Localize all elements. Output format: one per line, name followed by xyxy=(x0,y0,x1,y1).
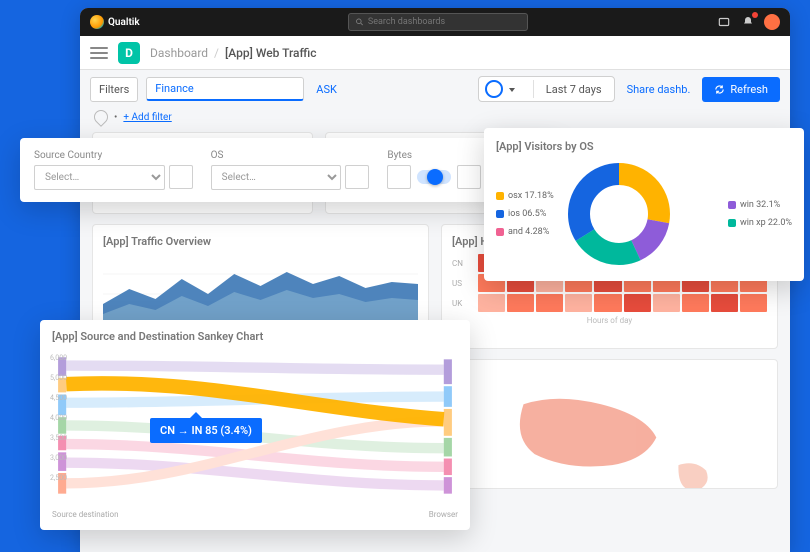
donut-legend-left: osx 17.18% ios 06.5% and 4.28% xyxy=(496,191,554,237)
search-icon xyxy=(355,17,364,27)
filter-panel: Source Country Select… OS Select… Bytes xyxy=(20,138,560,202)
heat-cell xyxy=(478,294,505,312)
refresh-label: Refresh xyxy=(730,83,768,96)
legend-swatch xyxy=(728,201,736,209)
heat-cell xyxy=(711,294,738,312)
y-tick: 4,000 xyxy=(50,414,67,422)
filter-os: OS Select… xyxy=(211,150,370,190)
notification-badge xyxy=(752,12,758,18)
user-avatar[interactable] xyxy=(764,14,780,30)
filter-bytes-extra-2[interactable] xyxy=(457,165,481,189)
y-tick: 5,000 xyxy=(50,374,67,382)
add-filter-row: • + Add filter xyxy=(80,108,790,126)
clock-icon xyxy=(485,80,503,98)
sankey-x-axis: Source destination Browser xyxy=(52,510,458,519)
brand-name: Qualtik xyxy=(108,17,140,28)
legend-swatch xyxy=(496,228,504,236)
legend-text: osx 17.18% xyxy=(508,191,554,201)
legend-swatch xyxy=(496,192,504,200)
breadcrumb-root[interactable]: Dashboard xyxy=(150,46,208,60)
y-tick: 3,500 xyxy=(50,434,67,442)
refresh-icon xyxy=(714,84,725,95)
legend-item: and 4.28% xyxy=(496,227,554,237)
legend-text: and 4.28% xyxy=(508,227,549,237)
heat-cell xyxy=(682,294,709,312)
legend-item: osx 17.18% xyxy=(496,191,554,201)
heat-cell xyxy=(565,294,592,312)
sankey-card: [App] Source and Destination Sankey Char… xyxy=(40,320,470,530)
donut-chart xyxy=(564,159,674,269)
filter-country-select[interactable]: Select… xyxy=(34,165,165,190)
legend-text: win 32.1% xyxy=(740,200,780,210)
sankey-x-right: Browser xyxy=(429,510,458,519)
legend-item: win 32.1% xyxy=(728,200,792,210)
legend-text: win xp 22.0% xyxy=(740,218,792,228)
filter-country-extra[interactable] xyxy=(169,165,193,189)
y-tick: 4,500 xyxy=(50,394,67,402)
filterbar: Filters ASK Last 7 days Share dashb. Ref… xyxy=(80,70,790,108)
donut-title: [App] Visitors by OS xyxy=(496,140,792,153)
donut-card: [App] Visitors by OS osx 17.18% ios 06.5%… xyxy=(484,128,804,281)
heat-cell xyxy=(740,294,767,312)
legend-item: ios 06.5% xyxy=(496,209,554,219)
filter-os-extra[interactable] xyxy=(345,165,369,189)
sankey-tooltip: CN → IN 85 (3.4%) xyxy=(150,418,262,443)
heat-row-label: CN xyxy=(452,254,476,272)
area-title: [App] Traffic Overview xyxy=(103,235,418,248)
global-search-input[interactable] xyxy=(368,17,521,27)
breadcrumb-current: [App] Web Traffic xyxy=(225,46,317,60)
time-range-picker[interactable]: Last 7 days xyxy=(478,76,615,102)
filter-os-select[interactable]: Select… xyxy=(211,165,342,190)
time-range-label: Last 7 days xyxy=(540,83,608,96)
filter-search-input[interactable] xyxy=(146,77,304,101)
heat-cell xyxy=(594,294,621,312)
titlebar: Qualtik xyxy=(80,8,790,36)
legend-swatch xyxy=(728,219,736,227)
titlebar-actions xyxy=(716,14,780,30)
heat-cell xyxy=(624,294,651,312)
sankey-title: [App] Source and Destination Sankey Char… xyxy=(52,330,458,343)
notifications-icon[interactable] xyxy=(740,14,756,30)
global-search[interactable] xyxy=(348,13,528,31)
topbar: D Dashboard / [App] Web Traffic xyxy=(80,36,790,70)
refresh-button[interactable]: Refresh xyxy=(702,77,780,102)
heat-row-label: UK xyxy=(452,294,476,312)
legend-item: win xp 22.0% xyxy=(728,218,792,228)
ask-link[interactable]: ASK xyxy=(312,83,341,96)
heat-cell xyxy=(507,294,534,312)
filter-bytes-extra[interactable] xyxy=(387,165,411,189)
sankey-y-labels: 6,000 5,000 4,500 4,000 3,500 3,000 2,500 xyxy=(50,354,67,482)
filters-label[interactable]: Filters xyxy=(90,77,138,102)
legend-swatch xyxy=(496,210,504,218)
heat-cell xyxy=(653,294,680,312)
add-filter-link[interactable]: + Add filter xyxy=(123,112,171,123)
legend-text: ios 06.5% xyxy=(508,209,546,219)
droplet-icon xyxy=(91,107,111,127)
breadcrumb-sep: / xyxy=(214,46,219,60)
sankey-x-left: Source destination xyxy=(52,510,119,519)
breadcrumb: Dashboard / [App] Web Traffic xyxy=(150,46,317,60)
inbox-icon[interactable] xyxy=(716,14,732,30)
heat-cell xyxy=(536,294,563,312)
app-badge[interactable]: D xyxy=(118,42,140,64)
filter-os-label: OS xyxy=(211,150,370,161)
share-link[interactable]: Share dashb. xyxy=(623,83,695,96)
heat-row-label: US xyxy=(452,274,476,292)
heat-footer: Hours of day xyxy=(452,316,767,325)
y-tick: 3,000 xyxy=(50,454,67,462)
brand: Qualtik xyxy=(90,15,140,29)
filter-country-label: Source Country xyxy=(34,150,193,161)
y-tick: 6,000 xyxy=(50,354,67,362)
y-tick: 2,500 xyxy=(50,474,67,482)
donut-legend-right: win 32.1% win xp 22.0% xyxy=(728,200,792,228)
bytes-toggle[interactable] xyxy=(417,170,451,184)
brand-logo-icon xyxy=(90,15,104,29)
menu-toggle[interactable] xyxy=(90,47,108,59)
filter-country: Source Country Select… xyxy=(34,150,193,190)
